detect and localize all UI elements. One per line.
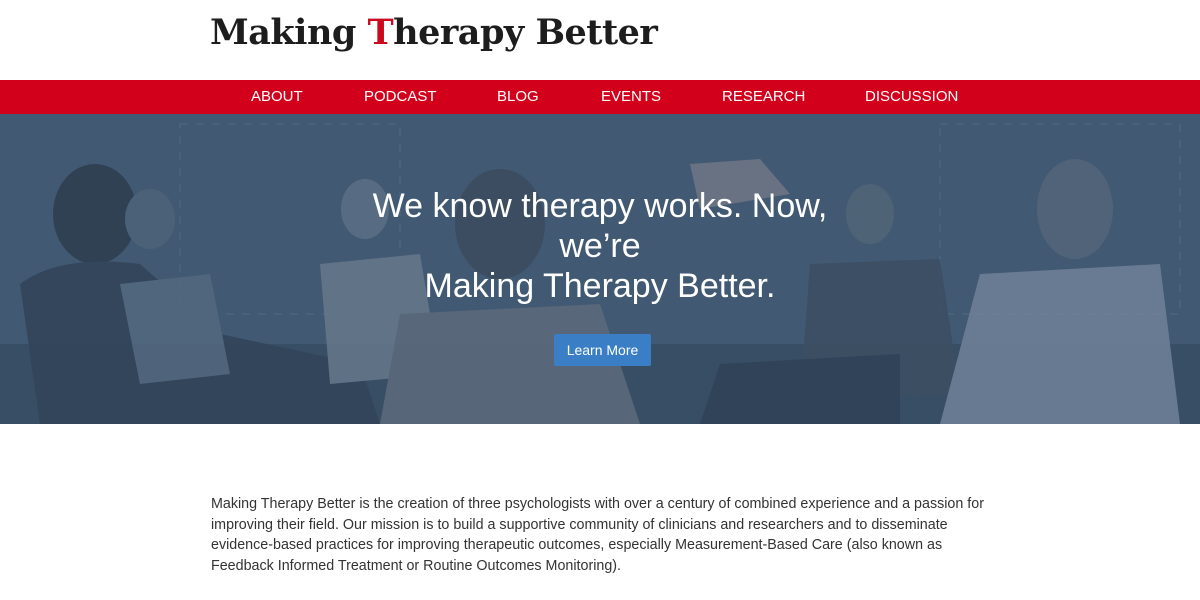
hero-line-3: Making Therapy Better. (424, 267, 776, 305)
nav-item-blog[interactable]: BLOG (497, 80, 539, 114)
hero-line-2: we’re (559, 227, 641, 265)
logo-text-start: Making (210, 12, 368, 53)
hero-line-1: We know therapy works. Now, (372, 187, 828, 225)
site-header: Making Therapy Better (0, 0, 1200, 80)
intro-paragraph: Making Therapy Better is the creation of… (211, 496, 984, 574)
main-nav: ABOUT PODCAST BLOG EVENTS RESEARCH DISCU… (0, 80, 1200, 114)
nav-item-podcast[interactable]: PODCAST (364, 80, 437, 114)
nav-item-about[interactable]: ABOUT (251, 80, 303, 114)
hero-heading: We know therapy works. Now, we’re Making… (340, 186, 860, 306)
logo-text-end: herapy Better (393, 12, 658, 53)
nav-item-events[interactable]: EVENTS (601, 80, 661, 114)
learn-more-button[interactable]: Learn More (554, 334, 651, 366)
nav-item-discussion[interactable]: DISCUSSION (865, 80, 958, 114)
site-logo[interactable]: Making Therapy Better (210, 12, 658, 53)
hero-banner: We know therapy works. Now, we’re Making… (0, 114, 1200, 424)
logo-accent-letter: T (367, 12, 394, 53)
nav-item-research[interactable]: RESEARCH (722, 80, 805, 114)
